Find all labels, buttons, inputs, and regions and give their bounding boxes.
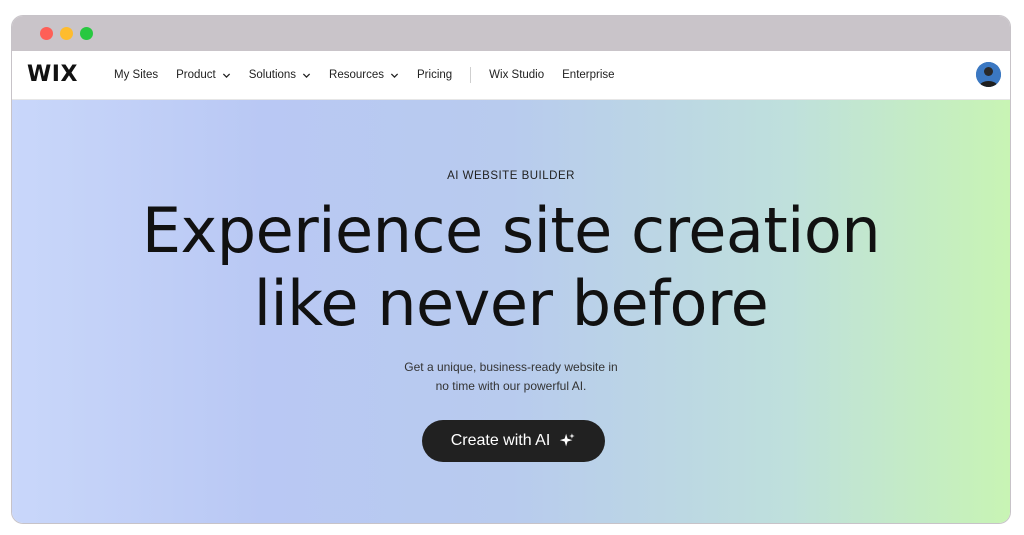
nav-item-enterprise[interactable]: Enterprise — [562, 69, 614, 81]
top-navigation: WIX My Sites Product Solutions Resources… — [12, 51, 1010, 100]
close-window-button[interactable] — [40, 27, 53, 40]
maximize-window-button[interactable] — [80, 27, 93, 40]
avatar-image — [976, 62, 1001, 87]
nav-item-label: Product — [176, 69, 216, 81]
minimize-window-button[interactable] — [60, 27, 73, 40]
user-avatar[interactable] — [976, 62, 1001, 87]
chevron-down-icon — [302, 72, 311, 78]
chevron-down-icon — [222, 72, 230, 78]
nav-item-label: My Sites — [114, 69, 159, 81]
chevron-down-icon — [390, 72, 399, 78]
nav-links: My Sites Product Solutions Resources Pri… — [114, 51, 633, 99]
nav-item-pricing[interactable]: Pricing — [417, 69, 452, 81]
window-titlebar — [12, 16, 1010, 51]
hero-subtext: Get a unique, business-ready website in … — [12, 358, 1010, 396]
hero-subtext-line-2: no time with our powerful AI. — [435, 379, 587, 393]
nav-item-resources[interactable]: Resources — [329, 69, 399, 81]
nav-item-wix-studio[interactable]: Wix Studio — [489, 69, 544, 81]
nav-item-label: Solutions — [248, 69, 297, 81]
nav-item-product[interactable]: Product — [176, 69, 231, 81]
nav-item-label: Pricing — [417, 69, 453, 81]
hero-headline-line-2: like never before — [253, 267, 769, 340]
cta-label: Create with AI — [450, 432, 551, 449]
nav-item-label: Enterprise — [562, 69, 615, 81]
browser-window: WIX My Sites Product Solutions Resources… — [11, 15, 1011, 524]
nav-divider — [470, 67, 472, 83]
hero-section: AI WEBSITE BUILDER Experience site creat… — [12, 100, 1010, 523]
create-with-ai-button[interactable]: Create with AI — [422, 420, 605, 462]
hero-eyebrow: AI WEBSITE BUILDER — [447, 170, 575, 182]
wix-logo[interactable]: WIX — [27, 62, 78, 87]
hero-subtext-line-1: Get a unique, business-ready website in — [404, 360, 618, 374]
sparkle-icon — [560, 433, 575, 447]
nav-item-solutions[interactable]: Solutions — [249, 69, 311, 81]
hero-headline: Experience site creation like never befo… — [12, 194, 1010, 340]
nav-item-my-sites[interactable]: My Sites — [114, 69, 158, 81]
nav-item-label: Resources — [329, 69, 385, 81]
hero-headline-line-1: Experience site creation — [141, 194, 881, 267]
nav-item-label: Wix Studio — [489, 69, 545, 81]
